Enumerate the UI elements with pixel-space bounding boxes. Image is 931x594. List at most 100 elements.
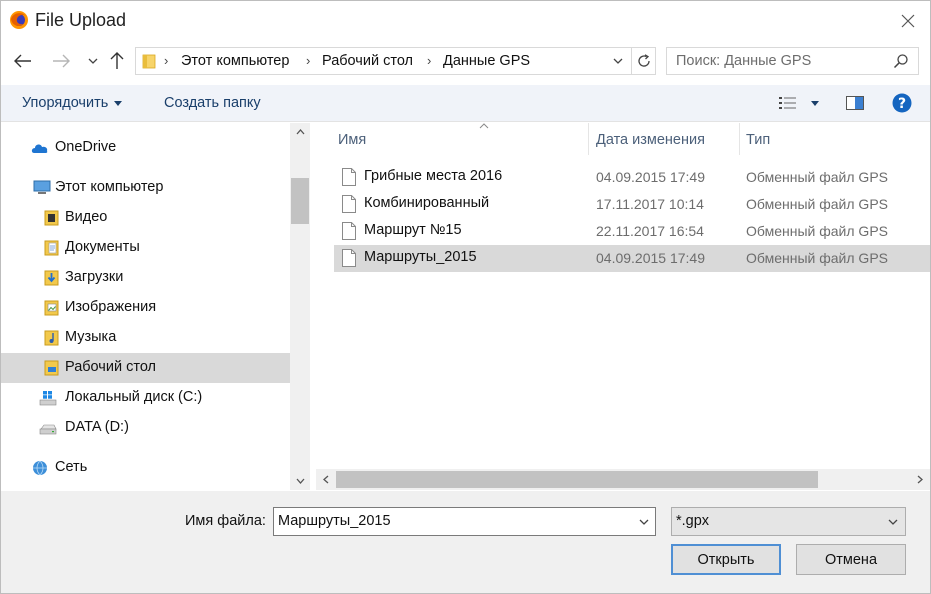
breadcrumb-separator[interactable]: › <box>306 53 310 68</box>
help-button[interactable]: ? <box>892 93 912 113</box>
forward-button[interactable] <box>49 49 73 73</box>
sidebar-item-desktop[interactable]: Рабочий стол <box>1 353 290 383</box>
column-header-label: Дата изменения <box>596 132 705 148</box>
file-name: Маршрут №15 <box>364 222 462 238</box>
downloads-folder-icon <box>44 270 59 286</box>
sidebar-item-label: Музыка <box>65 329 117 345</box>
sidebar-item-label: Рабочий стол <box>65 359 157 375</box>
sidebar-item-downloads[interactable]: Загрузки <box>1 263 290 293</box>
preview-pane-button[interactable] <box>846 93 864 113</box>
organize-button[interactable]: Упорядочить <box>22 95 123 111</box>
refresh-button[interactable] <box>631 48 655 74</box>
address-dropdown-button[interactable] <box>608 50 628 72</box>
chevron-up-icon <box>296 129 304 135</box>
filename-history-dropdown[interactable] <box>635 512 653 532</box>
file-type: Обменный файл GPS <box>746 196 888 212</box>
breadcrumb-desktop[interactable]: Рабочий стол <box>322 53 413 69</box>
scrollbar-thumb[interactable] <box>336 471 818 488</box>
back-button[interactable] <box>11 49 35 73</box>
file-date: 22.11.2017 16:54 <box>596 223 704 239</box>
sidebar-item-documents[interactable]: Документы <box>1 233 290 263</box>
close-button[interactable] <box>896 9 920 33</box>
file-icon <box>342 222 356 240</box>
search-icon[interactable] <box>893 53 909 69</box>
file-icon <box>342 168 356 186</box>
open-button[interactable]: Открыть <box>671 544 781 575</box>
pictures-folder-icon <box>44 300 59 316</box>
sidebar-item-label: Изображения <box>65 299 157 315</box>
preview-pane-icon <box>846 96 864 110</box>
sidebar-item-label: Сеть <box>55 459 88 475</box>
firefox-icon <box>10 11 28 29</box>
svg-text:?: ? <box>898 96 906 112</box>
scroll-left-button[interactable] <box>316 469 336 490</box>
sidebar-item-label: Документы <box>65 239 140 255</box>
scrollbar-thumb[interactable] <box>291 178 309 224</box>
sidebar-item-data-d[interactable]: DATA (D:) <box>1 413 290 443</box>
drive-icon <box>39 424 57 435</box>
file-type-filter-dropdown[interactable] <box>884 512 902 532</box>
windows-drive-icon <box>39 391 57 406</box>
chevron-down-icon <box>639 519 649 525</box>
file-row[interactable]: Маршрут №15 22.11.2017 16:54 Обменный фа… <box>334 218 930 245</box>
column-header-name[interactable]: Имя <box>334 123 588 155</box>
breadcrumb-gps-data[interactable]: Данные GPS <box>443 53 530 69</box>
onedrive-icon <box>31 144 48 153</box>
sidebar-item-music[interactable]: Музыка <box>1 323 290 353</box>
file-icon <box>342 195 356 213</box>
file-upload-dialog: File Upload › Этот компьютер › Рабочий с… <box>0 0 931 594</box>
sidebar-item-label: OneDrive <box>55 139 117 155</box>
filename-input[interactable]: Маршруты_2015 <box>273 507 656 536</box>
change-view-button[interactable] <box>779 93 819 113</box>
sort-ascending-icon <box>479 123 489 129</box>
column-header-label: Тип <box>746 132 771 148</box>
file-row[interactable]: Грибные места 2016 04.09.2015 17:49 Обме… <box>334 164 930 191</box>
arrow-up-icon <box>110 52 124 69</box>
scroll-down-button[interactable] <box>290 472 310 490</box>
sidebar-item-this-pc[interactable]: Этот компьютер <box>1 173 290 203</box>
sidebar-item-network[interactable]: Сеть <box>1 453 290 483</box>
new-folder-button[interactable]: Создать папку <box>164 95 261 111</box>
address-bar[interactable]: › Этот компьютер › Рабочий стол › Данные… <box>135 47 656 75</box>
file-name: Комбинированный <box>364 195 490 211</box>
recent-locations-button[interactable] <box>81 49 105 73</box>
file-date: 04.09.2015 17:49 <box>596 250 705 266</box>
chevron-down-icon <box>613 58 623 64</box>
breadcrumb-separator[interactable]: › <box>427 53 431 68</box>
breadcrumb-separator[interactable]: › <box>164 53 168 68</box>
music-folder-icon <box>44 330 59 346</box>
navigation-scrollbar[interactable] <box>290 123 310 490</box>
sidebar-item-pictures[interactable]: Изображения <box>1 293 290 323</box>
sidebar-item-local-disk-c[interactable]: Локальный диск (C:) <box>1 383 290 413</box>
file-type: Обменный файл GPS <box>746 169 888 185</box>
sidebar-item-onedrive[interactable]: OneDrive <box>1 133 290 163</box>
scroll-up-button[interactable] <box>290 123 310 141</box>
file-type-filter[interactable]: *.gpx <box>671 507 906 536</box>
caret-down-icon <box>811 100 819 106</box>
chevron-down-icon <box>296 478 304 484</box>
file-row-selected[interactable]: Маршруты_2015 04.09.2015 17:49 Обменный … <box>334 245 930 272</box>
file-date: 04.09.2015 17:49 <box>596 169 705 185</box>
chevron-right-icon <box>917 475 923 484</box>
scroll-right-button[interactable] <box>910 469 930 490</box>
title-bar: File Upload <box>1 1 930 41</box>
dialog-footer: Имя файла: Маршруты_2015 *.gpx Открыть О… <box>1 491 930 593</box>
refresh-icon <box>637 54 650 67</box>
column-header-type[interactable]: Тип <box>740 123 930 155</box>
video-folder-icon <box>44 210 59 226</box>
column-header-date-modified[interactable]: Дата изменения <box>589 123 739 155</box>
file-name: Маршруты_2015 <box>364 249 477 265</box>
sidebar-item-video[interactable]: Видео <box>1 203 290 233</box>
file-list-horizontal-scrollbar[interactable] <box>316 469 930 490</box>
search-input[interactable]: Поиск: Данные GPS <box>676 53 811 69</box>
search-box[interactable]: Поиск: Данные GPS <box>666 47 919 75</box>
sidebar-item-label: DATA (D:) <box>65 419 129 435</box>
cancel-button[interactable]: Отмена <box>796 544 906 575</box>
up-button[interactable] <box>105 49 129 73</box>
chevron-left-icon <box>323 475 329 484</box>
filename-value[interactable]: Маршруты_2015 <box>278 513 391 529</box>
file-row[interactable]: Комбинированный 17.11.2017 10:14 Обменны… <box>334 191 930 218</box>
file-name: Грибные места 2016 <box>364 168 503 184</box>
window-title: File Upload <box>35 10 127 30</box>
breadcrumb-computer[interactable]: Этот компьютер <box>181 53 289 69</box>
